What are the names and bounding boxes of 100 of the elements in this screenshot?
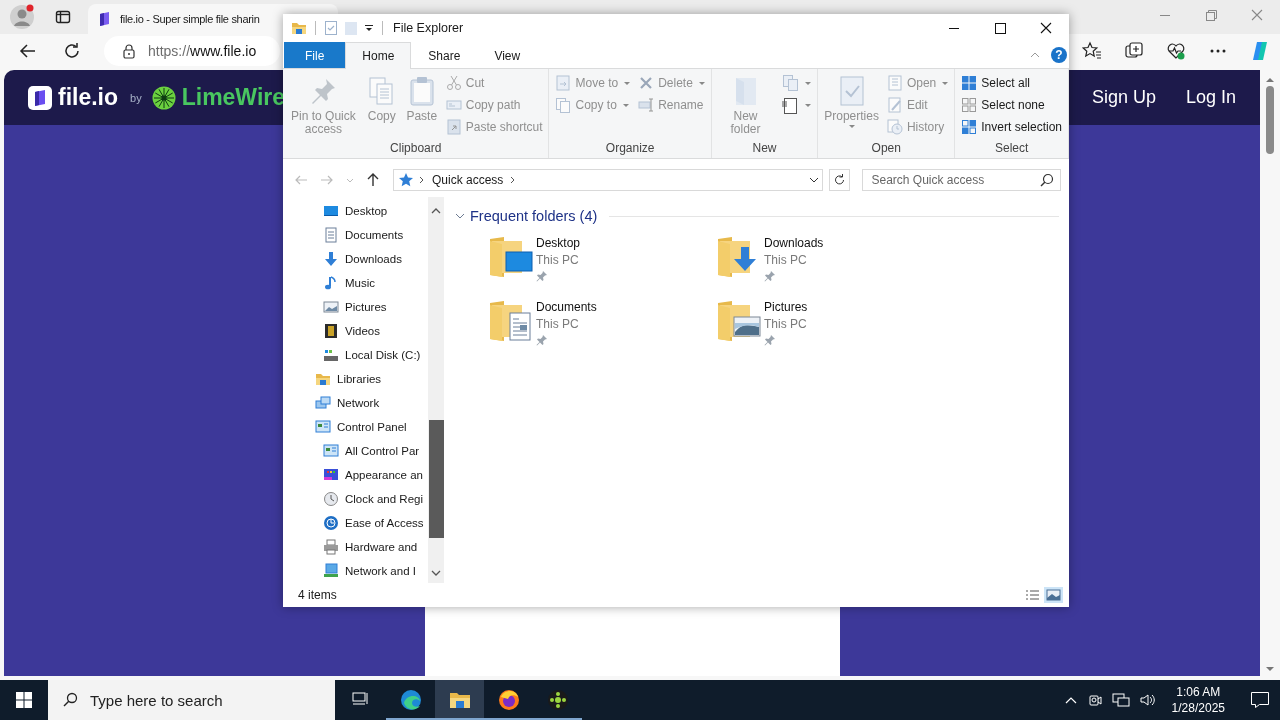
nav-item[interactable]: Clock and Regi (283, 487, 424, 511)
folder-location: This PC (536, 253, 580, 267)
byline: by (130, 91, 142, 104)
app-icon (546, 689, 569, 711)
grid-icon (961, 75, 978, 91)
folder-tile[interactable]: Documents This PC (488, 299, 716, 363)
notifications-icon[interactable] (1250, 691, 1270, 709)
scroll-down-icon[interactable] (1264, 664, 1276, 674)
folder-icon (716, 299, 762, 343)
address-bar[interactable]: https://www.file.io (104, 36, 280, 66)
up-icon[interactable] (365, 172, 381, 188)
nav-item[interactable]: Appearance an (283, 463, 424, 487)
folder-name: Pictures (764, 300, 808, 314)
collapse-ribbon-icon[interactable] (1029, 50, 1041, 60)
folder-location: This PC (536, 317, 580, 331)
large-icons-view-button[interactable] (1044, 587, 1063, 603)
refresh-icon[interactable] (62, 41, 82, 61)
meet-icon[interactable] (1086, 692, 1103, 708)
nav-item[interactable]: Ease of Access (283, 511, 424, 535)
nav-item[interactable]: Documents (283, 223, 424, 247)
avatar-icon[interactable] (8, 3, 36, 31)
taskbar-search[interactable]: Type here to search (48, 680, 335, 720)
nav-item[interactable]: Network and I (283, 559, 424, 583)
ribbon-button[interactable]: Select none (958, 94, 1065, 116)
palette-icon (323, 467, 339, 483)
ribbon-tab[interactable]: Share (411, 42, 478, 68)
logo-text[interactable]: file.io (58, 84, 119, 111)
folder-tile[interactable]: Pictures This PC (716, 299, 944, 363)
nav-item[interactable]: Network (283, 391, 424, 415)
folder-icon[interactable] (291, 20, 307, 36)
volume-icon[interactable] (1138, 692, 1157, 708)
logo-icon[interactable] (28, 85, 52, 110)
nav-item[interactable]: Videos (283, 319, 424, 343)
nav-link[interactable]: Sign Up (1091, 87, 1156, 108)
site-icon (98, 11, 110, 27)
heart-icon[interactable] (1166, 41, 1186, 61)
clock[interactable]: 1:06 AM 1/28/2025 (1171, 684, 1225, 716)
network-icon (315, 395, 331, 411)
taskbar-button[interactable] (435, 680, 484, 720)
nav-item[interactable]: Desktop (283, 199, 424, 223)
grid-icon (961, 97, 978, 113)
browser-icon (399, 689, 422, 711)
ribbon-button[interactable]: Invert selection (958, 116, 1065, 138)
scrollbar-thumb[interactable] (1266, 86, 1274, 154)
ribbon-button[interactable]: Select all (958, 72, 1065, 94)
ribbon-tab[interactable]: View (477, 42, 538, 68)
desktop-icon (323, 203, 339, 219)
nav-item[interactable]: Control Panel (283, 415, 424, 439)
folder-name: Desktop (536, 236, 581, 250)
nav-item[interactable]: Hardware and (283, 535, 424, 559)
delete-icon (638, 75, 655, 91)
nav-item[interactable]: All Control Par (283, 439, 424, 463)
folder-icon (488, 235, 534, 279)
search-input[interactable]: Search Quick access (863, 173, 1040, 187)
group-label: Select (993, 141, 1030, 157)
folder-name: Documents (536, 300, 597, 314)
collections-icon[interactable] (1124, 41, 1144, 61)
star-icon (398, 172, 414, 188)
lock-icon (122, 43, 136, 59)
accessibility-icon (323, 515, 339, 531)
folder-location: This PC (764, 253, 808, 267)
folder-icon (315, 371, 331, 387)
tab-actions-icon[interactable] (55, 9, 71, 25)
refresh-button[interactable] (829, 169, 851, 191)
nav-item[interactable]: Libraries (283, 367, 424, 391)
film-icon (323, 323, 339, 339)
clock-icon (323, 491, 339, 507)
partner-logo-text: LimeWire (181, 84, 285, 111)
address-field[interactable]: Quick access (393, 169, 824, 191)
folder-tile[interactable]: Desktop This PC (488, 235, 716, 299)
nav-item[interactable]: Pictures (283, 295, 424, 319)
scrollbar-thumb[interactable] (428, 420, 444, 538)
ribbon-tab[interactable]: Home (345, 42, 412, 69)
nav-item[interactable]: Local Disk (C:) (283, 343, 424, 367)
nav-link[interactable]: Log In (1185, 87, 1236, 108)
group-label: Organize (604, 141, 656, 157)
group-header[interactable]: Frequent folders (4) (470, 208, 598, 224)
search-field[interactable]: Search Quick access (862, 169, 1061, 191)
file-menu-button[interactable]: File (284, 42, 346, 68)
search-input[interactable]: Type here to search (88, 690, 322, 710)
scissors-icon (445, 75, 462, 91)
nav-item[interactable]: Music (283, 271, 424, 295)
folder-tile[interactable]: Downloads This PC (716, 235, 944, 299)
picture-icon (323, 299, 339, 315)
group-label: New (751, 141, 778, 157)
network-icon[interactable] (1111, 692, 1130, 708)
download-icon (323, 251, 339, 267)
path-icon (445, 97, 462, 113)
clock-page-icon (886, 119, 903, 135)
search-icon (62, 692, 78, 708)
move-icon (555, 75, 572, 91)
folder-location: This PC (764, 317, 808, 331)
lime-icon (151, 85, 176, 110)
rename-icon (638, 97, 655, 113)
group-label: Open (870, 141, 902, 157)
help-button[interactable]: ? (1051, 47, 1067, 63)
nav-item[interactable]: Downloads (283, 247, 424, 271)
favorites-icon[interactable] (1082, 41, 1102, 61)
folder-icon (488, 299, 534, 343)
pencil-page-icon (886, 97, 903, 113)
